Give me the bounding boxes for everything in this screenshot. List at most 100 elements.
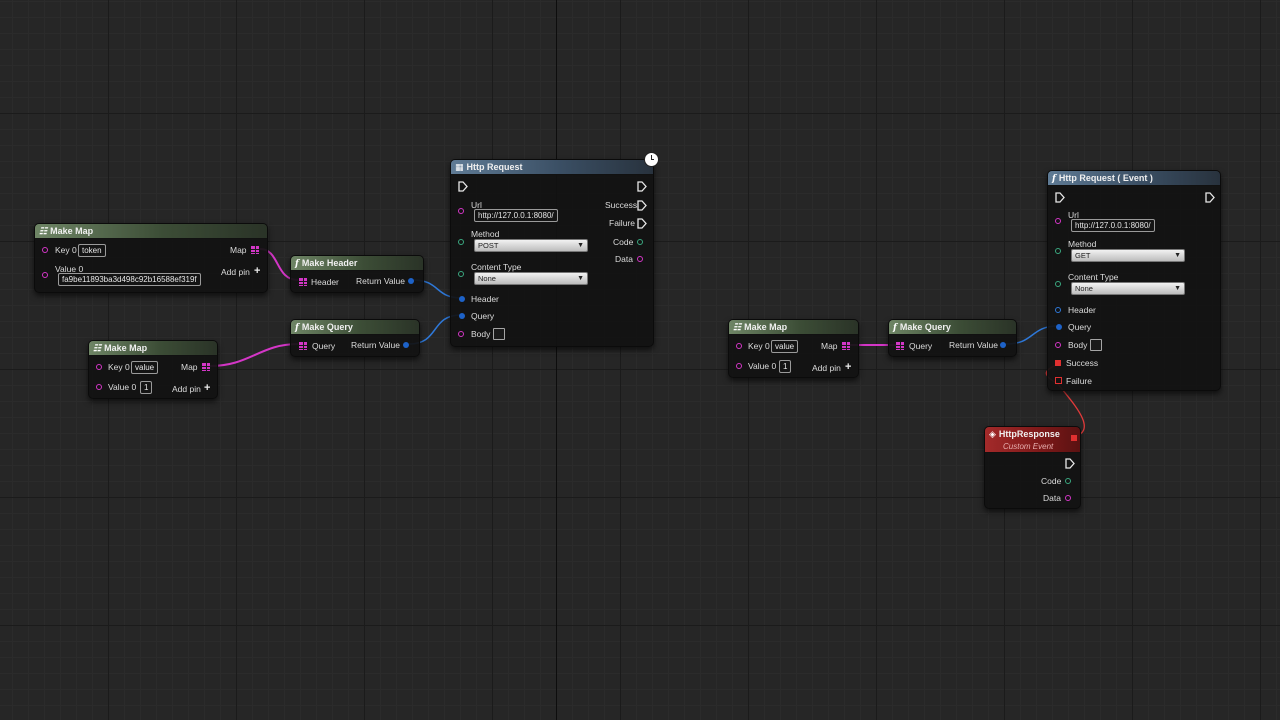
- map-grid-icon: ☷: [39, 227, 48, 237]
- add-pin-button[interactable]: Add pin: [172, 384, 201, 394]
- node-subtitle: Custom Event: [1003, 442, 1054, 451]
- delegate-out-pin[interactable]: [1071, 435, 1077, 441]
- value-input[interactable]: 1: [140, 381, 153, 394]
- body-label: Body: [1068, 340, 1088, 350]
- map-label: Map: [181, 362, 198, 372]
- success-label: Success: [605, 200, 638, 210]
- value-label: Value 0: [108, 382, 137, 392]
- return-value-label: Return Value: [949, 340, 998, 350]
- map-pin[interactable]: [842, 342, 850, 350]
- value-pin[interactable]: [96, 384, 102, 390]
- return-value-pin[interactable]: [403, 342, 409, 348]
- body-checkbox[interactable]: [1090, 339, 1102, 351]
- header-input-label: Header: [311, 277, 339, 287]
- body-checkbox[interactable]: [493, 328, 505, 340]
- return-value-label: Return Value: [356, 276, 405, 286]
- grid-icon: ▦: [455, 163, 464, 173]
- key-pin[interactable]: [96, 364, 102, 370]
- make-query-node-1[interactable]: f Make Query Query Return Value: [290, 319, 420, 357]
- url-pin[interactable]: [1055, 218, 1061, 224]
- content-type-dropdown[interactable]: None ▼: [474, 272, 588, 285]
- map-pin[interactable]: [202, 363, 210, 371]
- key-input[interactable]: value: [771, 340, 799, 353]
- query-input-label: Query: [312, 341, 336, 351]
- url-input[interactable]: http://127.0.0.1:8080/: [1071, 219, 1155, 232]
- data-label: Data: [615, 254, 633, 264]
- value-pin[interactable]: [42, 272, 48, 278]
- node-header: ▦ Http Request: [451, 160, 653, 175]
- content-type-pin[interactable]: [458, 271, 464, 277]
- header-input-pin[interactable]: [299, 278, 307, 286]
- key-pin[interactable]: [736, 343, 742, 349]
- plus-icon[interactable]: +: [254, 266, 260, 277]
- node-header: ☷ Make Map: [89, 341, 217, 356]
- content-type-pin[interactable]: [1055, 281, 1061, 287]
- plus-icon[interactable]: +: [204, 383, 210, 394]
- chevron-down-icon: ▼: [577, 275, 584, 282]
- query-input-pin[interactable]: [896, 342, 904, 350]
- value-pin[interactable]: [736, 363, 742, 369]
- body-label: Body: [471, 329, 491, 339]
- data-pin[interactable]: [637, 256, 643, 262]
- plus-icon[interactable]: +: [845, 362, 851, 373]
- method-dropdown[interactable]: POST ▼: [474, 239, 588, 252]
- node-header: f Make Query: [291, 320, 419, 335]
- http-request-event-node[interactable]: f Http Request ( Event ) Url http://127.0…: [1047, 170, 1221, 391]
- function-icon: f: [893, 323, 897, 333]
- url-pin[interactable]: [458, 208, 464, 214]
- query-pin[interactable]: [459, 313, 465, 319]
- key-input[interactable]: token: [78, 244, 106, 257]
- make-map-node-1[interactable]: ☷ Make Map Key 0 token Map Value 0 fa9be1…: [34, 223, 268, 293]
- value-input[interactable]: 1: [779, 360, 792, 373]
- data-label: Data: [1043, 493, 1061, 503]
- make-header-node[interactable]: f Make Header Header Return Value: [290, 255, 424, 293]
- map-grid-icon: ☷: [93, 344, 102, 354]
- wire-map-to-query: [209, 343, 299, 367]
- method-pin[interactable]: [458, 239, 464, 245]
- header-pin[interactable]: [459, 296, 465, 302]
- code-label: Code: [613, 237, 634, 247]
- node-header: f Make Header: [291, 256, 423, 271]
- body-pin[interactable]: [1055, 342, 1061, 348]
- value-label: Value 0: [748, 361, 777, 371]
- content-type-label: Content Type: [471, 262, 522, 272]
- return-value-label: Return Value: [351, 340, 400, 350]
- method-dropdown[interactable]: GET ▼: [1071, 249, 1185, 262]
- query-input-label: Query: [909, 341, 933, 351]
- code-pin[interactable]: [1065, 478, 1071, 484]
- clock-icon: [644, 152, 659, 167]
- map-pin[interactable]: [251, 246, 259, 254]
- failure-delegate-pin[interactable]: [1055, 377, 1062, 384]
- return-value-pin[interactable]: [408, 278, 414, 284]
- key-input[interactable]: value: [131, 361, 159, 374]
- key-pin[interactable]: [42, 247, 48, 253]
- success-delegate-pin[interactable]: [1055, 360, 1061, 366]
- code-pin[interactable]: [637, 239, 643, 245]
- function-icon: f: [295, 323, 299, 333]
- chevron-down-icon: ▼: [1174, 285, 1181, 292]
- query-input-pin[interactable]: [299, 342, 307, 350]
- make-map-node-3[interactable]: ☷ Make Map Key 0 value Map Value 0 1 Add …: [728, 319, 859, 378]
- return-value-pin[interactable]: [1000, 342, 1006, 348]
- http-request-node[interactable]: ▦ Http Request Url http://127.0.0.1:8080/…: [450, 159, 654, 347]
- header-pin[interactable]: [1055, 307, 1061, 313]
- value-input[interactable]: fa9be11893ba3d498c92b16588ef319f: [58, 273, 201, 286]
- map-label: Map: [230, 245, 247, 255]
- function-icon: f: [1052, 174, 1056, 184]
- method-pin[interactable]: [1055, 248, 1061, 254]
- add-pin-button[interactable]: Add pin: [812, 363, 841, 373]
- add-pin-button[interactable]: Add pin: [221, 267, 250, 277]
- content-type-dropdown[interactable]: None ▼: [1071, 282, 1185, 295]
- make-map-node-2[interactable]: ☷ Make Map Key 0 value Map Value 0 1 Add …: [88, 340, 218, 399]
- query-pin[interactable]: [1056, 324, 1062, 330]
- node-header: ◈ HttpResponse Custom Event: [985, 427, 1080, 453]
- url-input[interactable]: http://127.0.0.1:8080/: [474, 209, 558, 222]
- query-label: Query: [1068, 322, 1092, 332]
- body-pin[interactable]: [458, 331, 464, 337]
- function-icon: f: [295, 259, 299, 269]
- make-query-node-2[interactable]: f Make Query Query Return Value: [888, 319, 1017, 357]
- http-response-event-node[interactable]: ◈ HttpResponse Custom Event Code Data: [984, 426, 1081, 509]
- data-pin[interactable]: [1065, 495, 1071, 501]
- key-label: Key 0: [55, 245, 77, 255]
- code-label: Code: [1041, 476, 1062, 486]
